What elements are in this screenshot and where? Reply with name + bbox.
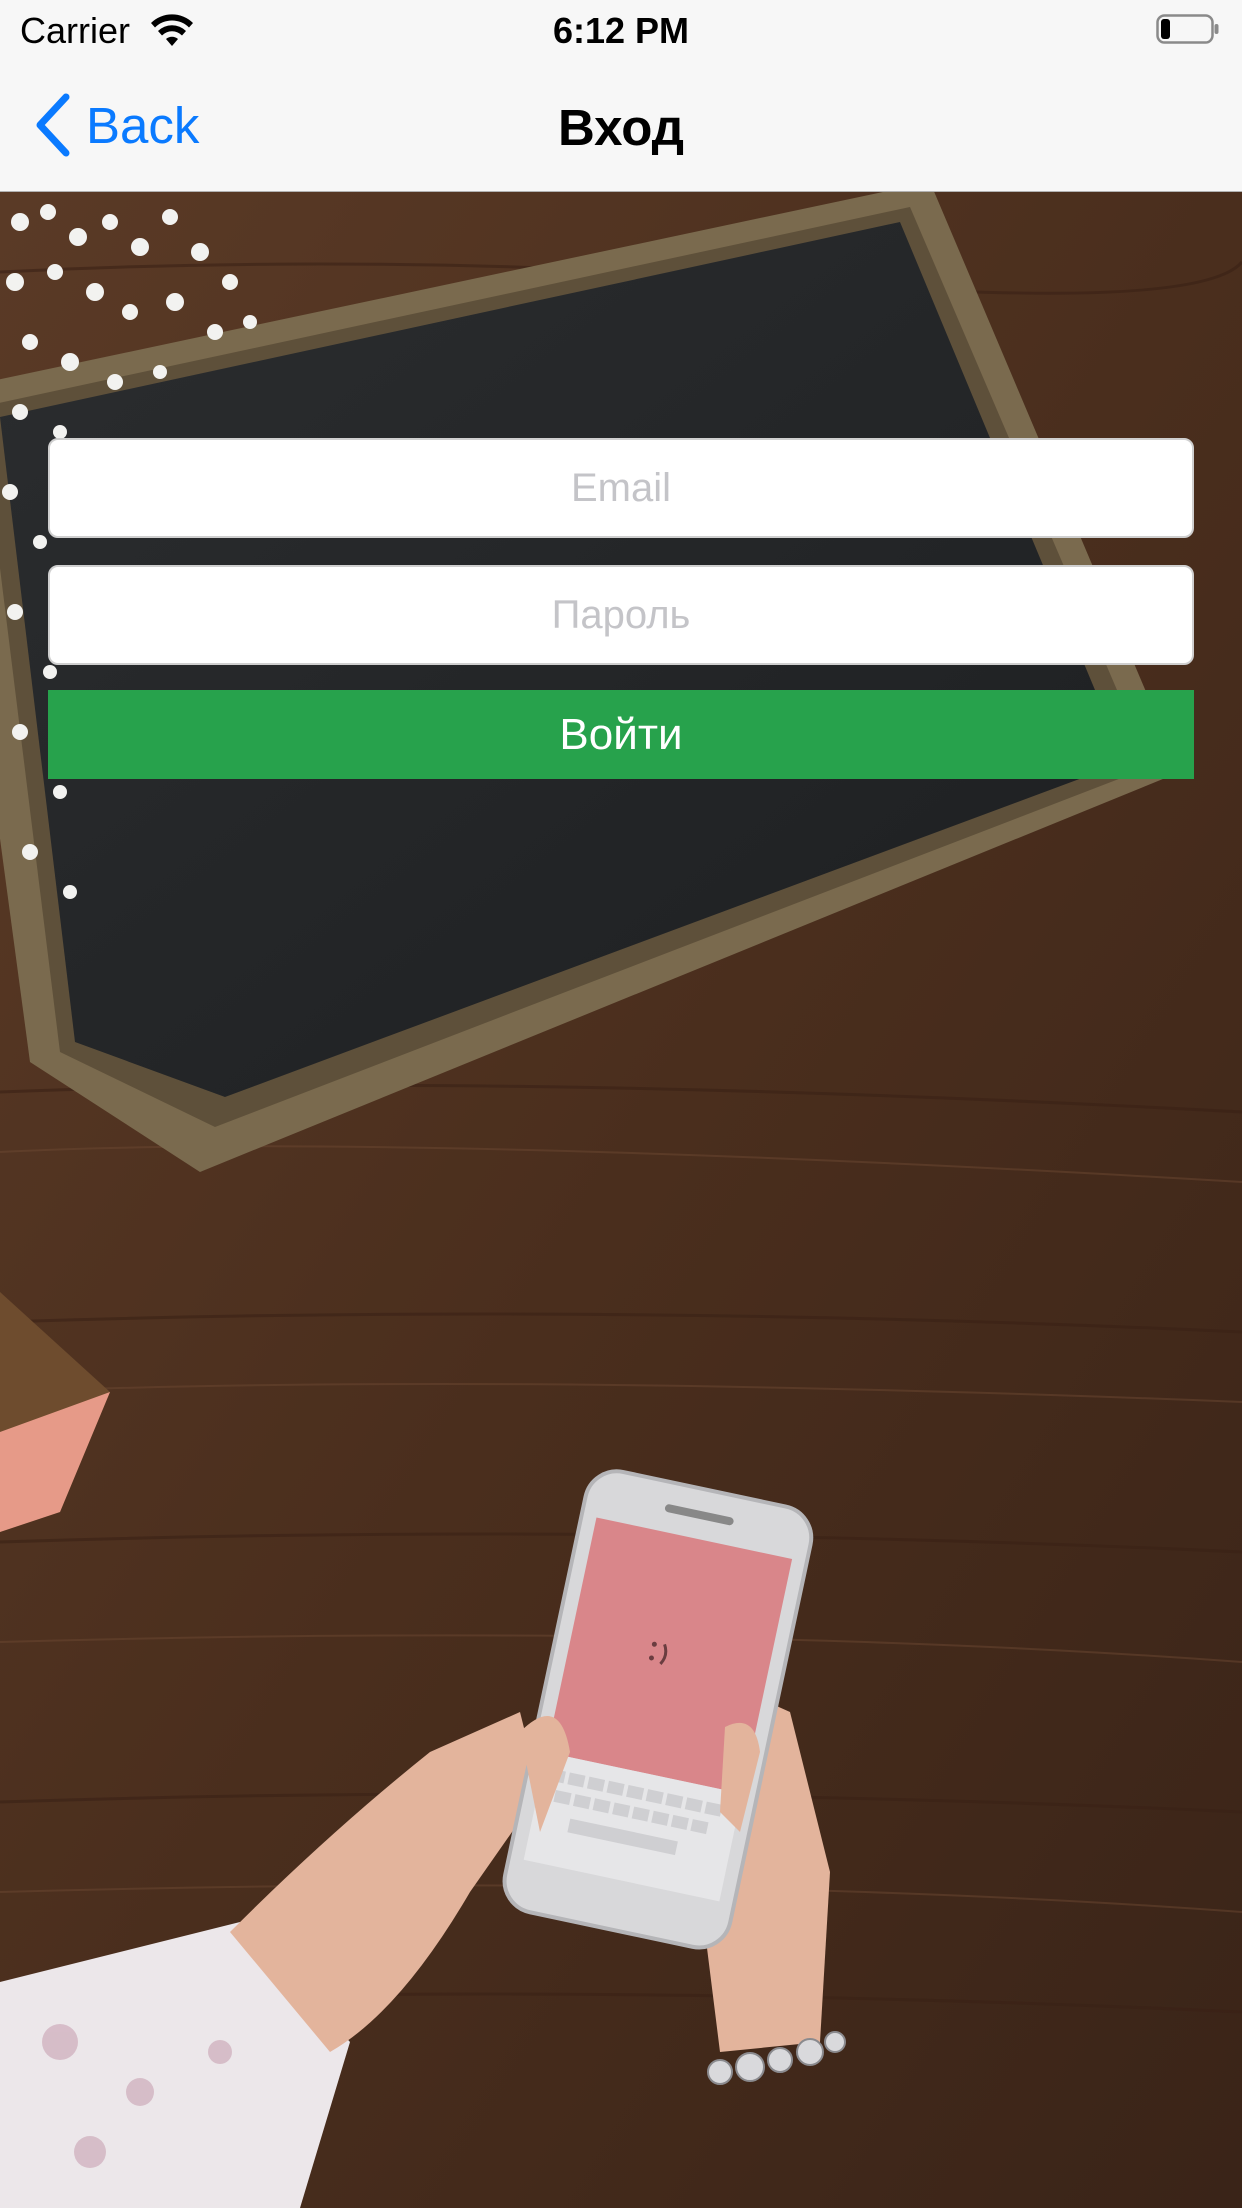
navigation-bar: Back Вход: [0, 60, 1242, 192]
page-title: Вход: [557, 99, 685, 156]
login-screen: Carrier 6:12 PM Back Вход Email Войти: [0, 0, 1242, 2208]
time-label: 6:12 PM: [552, 10, 690, 51]
email-field[interactable]: [48, 438, 1194, 538]
password-field[interactable]: [48, 565, 1194, 665]
battery-low-icon: [1156, 14, 1219, 44]
status-bar: Carrier 6:12 PM: [0, 0, 1242, 60]
login-button[interactable]: Войти: [48, 690, 1194, 779]
